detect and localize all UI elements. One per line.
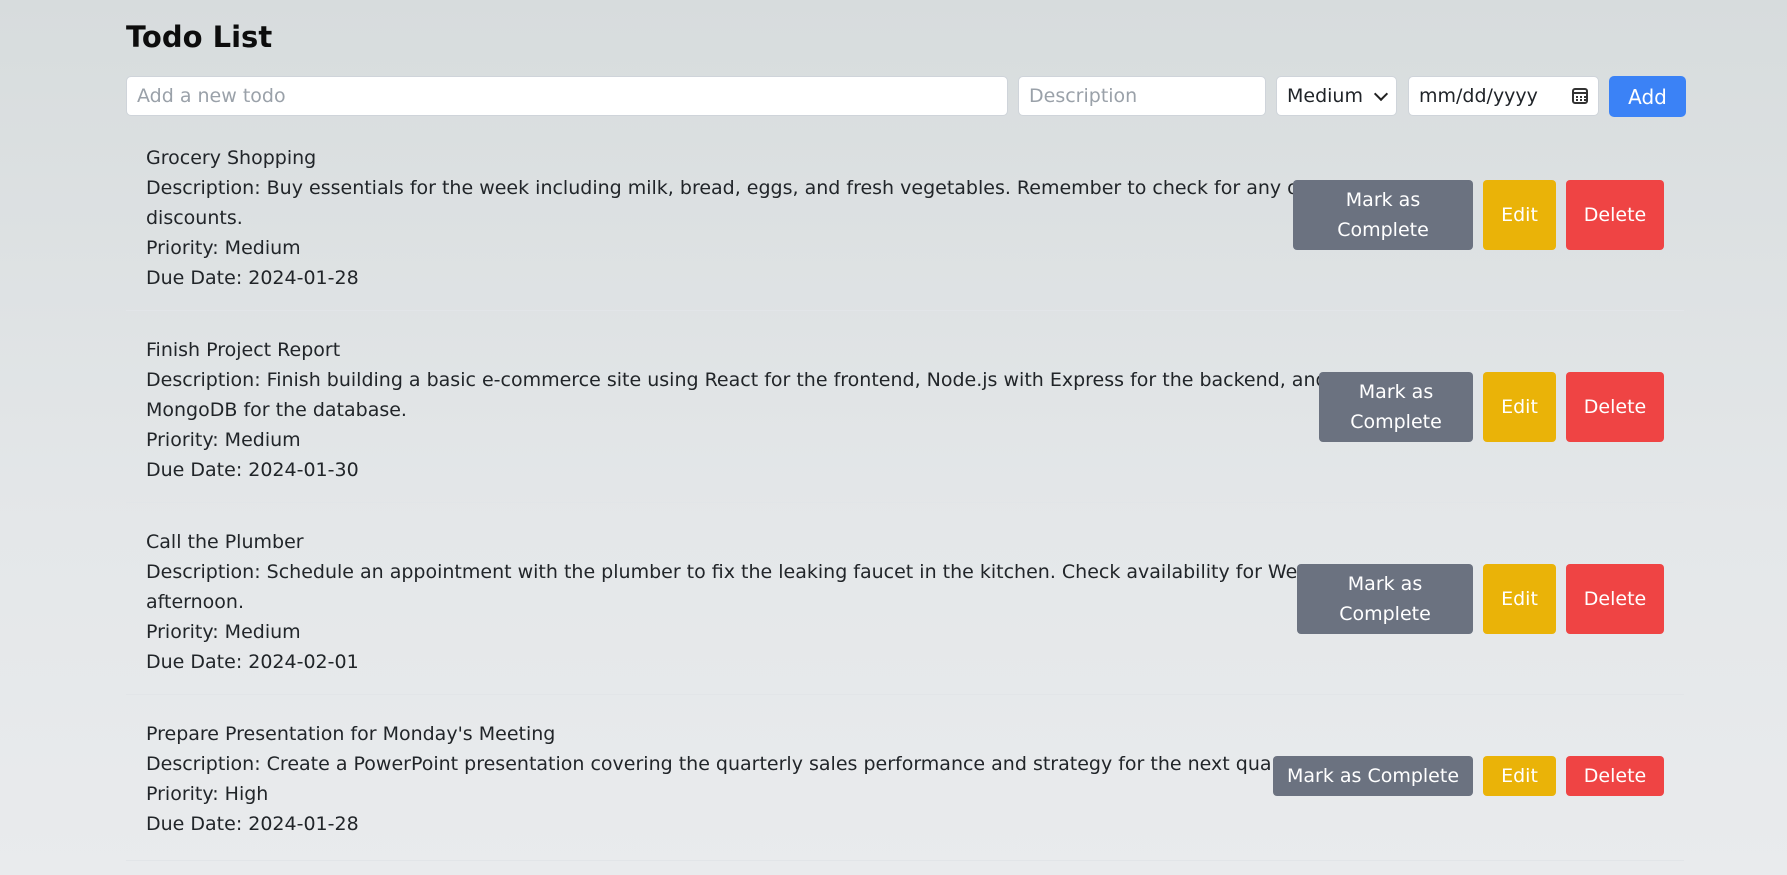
todo-due-date: Due Date: 2024-01-30	[146, 459, 359, 481]
todo-actions: Mark as Complete Edit Delete	[1273, 756, 1664, 796]
todo-priority: Priority: Medium	[146, 237, 301, 259]
todo-due-date: Due Date: 2024-01-28	[146, 813, 359, 835]
delete-button[interactable]: Delete	[1566, 372, 1664, 442]
todo-description-continued: discounts.	[146, 207, 243, 229]
todo-item: Grocery Shopping Description: Buy essent…	[126, 123, 1684, 311]
todo-title: Finish Project Report	[146, 339, 341, 361]
todo-item: Finish Project Report Description: Finis…	[126, 315, 1684, 503]
calendar-icon[interactable]	[1572, 88, 1588, 104]
todo-priority: Priority: Medium	[146, 621, 301, 643]
edit-button[interactable]: Edit	[1483, 372, 1556, 442]
todo-priority: Priority: Medium	[146, 429, 301, 451]
todo-description: Description: Schedule an appointment wit…	[146, 561, 1378, 583]
todo-title: Call the Plumber	[146, 531, 304, 553]
todo-actions: Mark as Complete Edit Delete	[1297, 564, 1664, 634]
add-todo-form: Medium mm/dd/yyyy Add	[126, 76, 1686, 118]
todo-item: Call the Plumber Description: Schedule a…	[126, 507, 1684, 695]
todo-actions: Mark as Complete Edit Delete	[1293, 180, 1664, 250]
todo-title-input[interactable]	[126, 76, 1008, 116]
priority-select-value: Medium	[1287, 85, 1363, 107]
todo-title: Prepare Presentation for Monday's Meetin…	[146, 723, 556, 745]
add-todo-button[interactable]: Add	[1609, 76, 1686, 117]
priority-select[interactable]: Medium	[1276, 76, 1397, 116]
mark-complete-button[interactable]: Mark as Complete	[1319, 372, 1473, 442]
delete-button[interactable]: Delete	[1566, 180, 1664, 250]
todo-due-date: Due Date: 2024-02-01	[146, 651, 359, 673]
todo-description-continued: afternoon.	[146, 591, 244, 613]
delete-button[interactable]: Delete	[1566, 564, 1664, 634]
todo-item: Prepare Presentation for Monday's Meetin…	[126, 699, 1684, 861]
todo-description: Description: Finish building a basic e-c…	[146, 369, 1328, 391]
todo-priority: Priority: High	[146, 783, 269, 805]
todo-description-continued: MongoDB for the database.	[146, 399, 407, 421]
todo-description: Description: Create a PowerPoint present…	[146, 753, 1311, 775]
delete-button[interactable]: Delete	[1566, 756, 1664, 796]
todo-description-input[interactable]	[1018, 76, 1266, 116]
mark-complete-button[interactable]: Mark as Complete	[1293, 180, 1473, 250]
page-title: Todo List	[126, 20, 273, 54]
edit-button[interactable]: Edit	[1483, 756, 1556, 796]
todo-due-date: Due Date: 2024-01-28	[146, 267, 359, 289]
todo-actions: Mark as Complete Edit Delete	[1319, 372, 1664, 442]
edit-button[interactable]: Edit	[1483, 180, 1556, 250]
todo-details: Call the Plumber Description: Schedule a…	[146, 527, 1378, 677]
todo-title: Grocery Shopping	[146, 147, 317, 169]
todo-details: Grocery Shopping Description: Buy essent…	[146, 143, 1364, 293]
mark-complete-button[interactable]: Mark as Complete	[1273, 756, 1473, 796]
mark-complete-button[interactable]: Mark as Complete	[1297, 564, 1473, 634]
edit-button[interactable]: Edit	[1483, 564, 1556, 634]
chevron-down-icon	[1373, 86, 1389, 101]
due-date-placeholder: mm/dd/yyyy	[1419, 85, 1538, 107]
todo-details: Prepare Presentation for Monday's Meetin…	[146, 719, 1311, 839]
todo-details: Finish Project Report Description: Finis…	[146, 335, 1328, 485]
todo-description: Description: Buy essentials for the week…	[146, 177, 1364, 199]
due-date-input[interactable]: mm/dd/yyyy	[1408, 76, 1599, 116]
